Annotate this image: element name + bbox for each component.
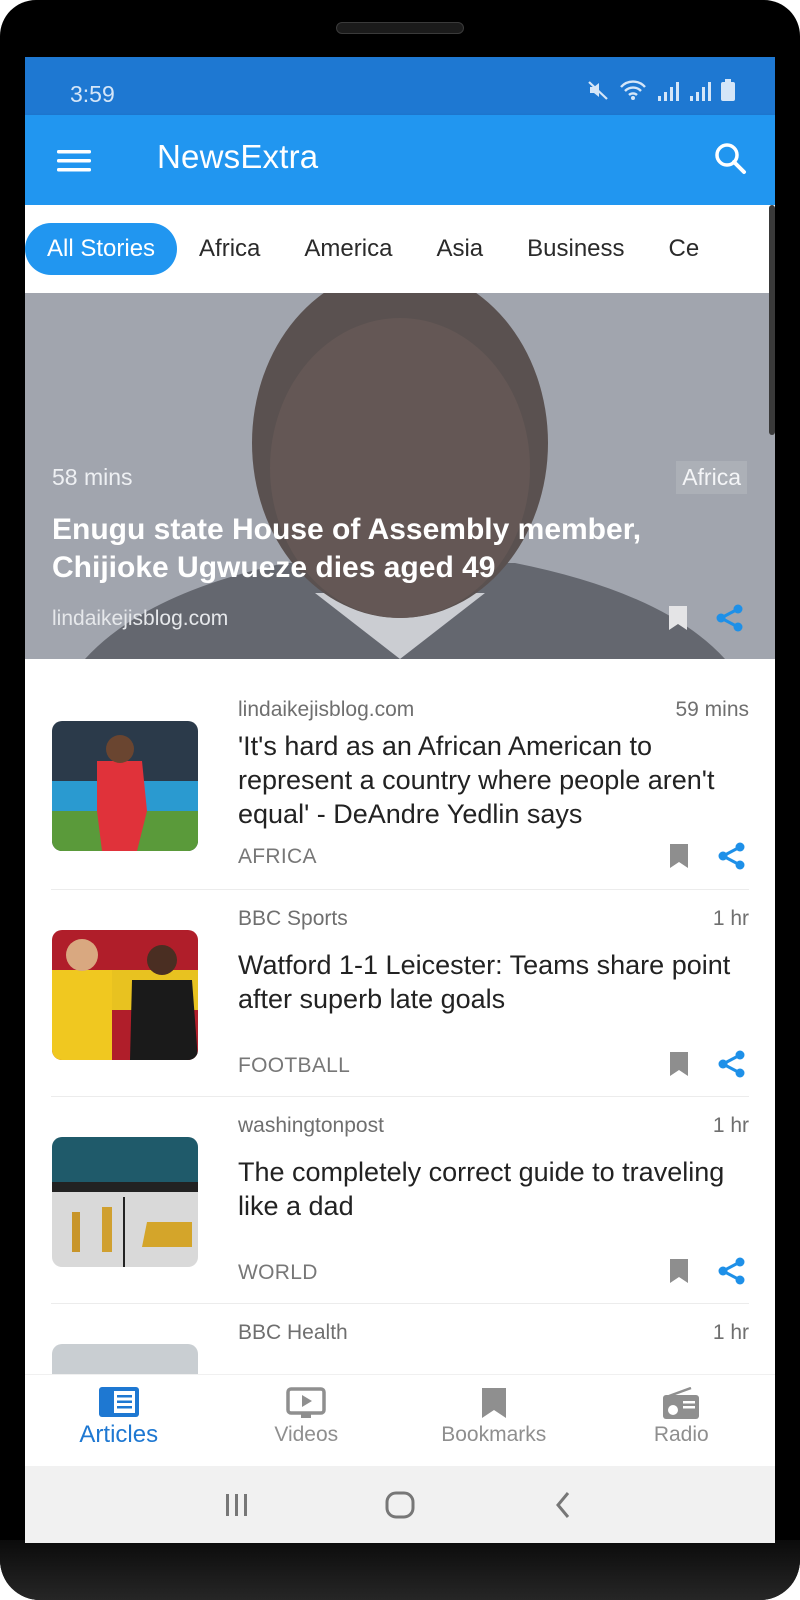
bookmark-button[interactable] xyxy=(668,1258,690,1289)
hero-time: 58 mins xyxy=(52,464,133,490)
share-button[interactable] xyxy=(717,1049,747,1084)
articles-icon xyxy=(98,1387,139,1417)
menu-button[interactable] xyxy=(51,141,97,181)
bookmark-icon xyxy=(481,1388,506,1418)
share-button[interactable] xyxy=(717,841,747,876)
bookmark-icon xyxy=(670,1259,688,1283)
share-icon xyxy=(718,1050,745,1078)
tab-partial[interactable]: Ce xyxy=(647,223,722,275)
wifi-icon xyxy=(620,80,646,100)
bookmark-icon xyxy=(669,606,687,630)
nav-label: Radio xyxy=(653,1423,709,1446)
article-title[interactable]: 'It's hard as an African American to rep… xyxy=(238,729,758,831)
device-frame: 3:59 NewsExtra All Stories Africa Americ… xyxy=(0,0,800,1600)
nav-label: Articles xyxy=(79,1421,159,1448)
signal-icon xyxy=(658,82,679,101)
device-chin xyxy=(0,1540,800,1600)
article-thumbnail xyxy=(52,930,198,1060)
video-icon xyxy=(286,1387,326,1418)
search-button[interactable] xyxy=(709,137,753,181)
signal-icon xyxy=(690,82,711,101)
back-icon xyxy=(556,1491,570,1518)
article-image xyxy=(52,930,198,1060)
tab-all-stories[interactable]: All Stories xyxy=(25,223,178,275)
earpiece-speaker xyxy=(336,22,464,34)
nav-articles[interactable]: Articles xyxy=(25,1375,213,1466)
article-time: 1 hr xyxy=(712,907,749,930)
hero-image xyxy=(25,293,775,659)
tab-business[interactable]: Business xyxy=(505,223,646,275)
search-icon xyxy=(715,143,746,174)
hero-bookmark-button[interactable] xyxy=(667,605,689,636)
nav-radio[interactable]: Radio xyxy=(588,1375,776,1466)
article-source: washingtonpost xyxy=(238,1114,384,1137)
status-bar: 3:59 xyxy=(25,57,775,115)
article-image xyxy=(52,1137,198,1267)
hero-title[interactable]: Enugu state House of Assembly member, Ch… xyxy=(52,511,742,587)
system-navigation-bar xyxy=(25,1466,775,1543)
article-category: FOOTBALL xyxy=(238,1054,351,1077)
article-item[interactable]: BBC Sports 1 hr Watford 1-1 Leicester: T… xyxy=(51,890,749,1097)
app-title: NewsExtra xyxy=(157,138,319,175)
article-item[interactable]: washingtonpost 1 hr The completely corre… xyxy=(51,1097,749,1304)
mute-icon xyxy=(588,81,608,100)
share-icon xyxy=(718,1257,745,1285)
share-icon xyxy=(718,842,745,870)
scrollbar[interactable] xyxy=(769,205,775,435)
hero-story[interactable]: 58 mins Africa Enugu state House of Asse… xyxy=(25,293,775,659)
share-button[interactable] xyxy=(717,1256,747,1291)
bookmark-button[interactable] xyxy=(668,843,690,874)
status-time: 3:59 xyxy=(70,81,115,107)
article-time: 1 hr xyxy=(712,1114,749,1137)
article-category: WORLD xyxy=(238,1261,318,1284)
article-title[interactable]: The completely correct guide to travelin… xyxy=(238,1155,758,1223)
tab-asia[interactable]: Asia xyxy=(414,223,505,275)
article-time: 1 hr xyxy=(712,1321,749,1344)
nav-label: Videos xyxy=(274,1423,339,1446)
nav-label: Bookmarks xyxy=(441,1423,547,1446)
article-source: lindaikejisblog.com xyxy=(238,698,415,721)
battery-icon xyxy=(721,79,735,101)
article-source: BBC Sports xyxy=(238,907,348,930)
bottom-navigation: Articles Videos Bookmarks Radio xyxy=(25,1374,775,1466)
radio-icon xyxy=(663,1387,700,1419)
article-time: 59 mins xyxy=(675,698,749,721)
nav-bookmarks[interactable]: Bookmarks xyxy=(400,1375,588,1466)
hero-share-button[interactable] xyxy=(715,603,745,638)
article-item[interactable]: lindaikejisblog.com 59 mins 'It's hard a… xyxy=(51,659,749,890)
bookmark-button[interactable] xyxy=(668,1051,690,1082)
hero-category-tag[interactable]: Africa xyxy=(676,461,747,494)
tab-america[interactable]: America xyxy=(282,223,414,275)
tab-africa[interactable]: Africa xyxy=(177,223,282,275)
bookmark-icon xyxy=(670,844,688,868)
article-category: AFRICA xyxy=(238,845,317,868)
status-icons xyxy=(587,79,735,101)
screen: 3:59 NewsExtra All Stories Africa Americ… xyxy=(25,57,775,1543)
back-button[interactable] xyxy=(543,1485,583,1525)
recent-apps-icon xyxy=(225,1493,247,1516)
article-thumbnail xyxy=(52,721,198,851)
hamburger-menu-icon xyxy=(57,150,91,172)
article-title[interactable]: Watford 1-1 Leicester: Teams share point… xyxy=(238,948,758,1016)
home-button[interactable] xyxy=(380,1485,420,1525)
nav-videos[interactable]: Videos xyxy=(213,1375,401,1466)
article-thumbnail xyxy=(52,1137,198,1267)
share-icon xyxy=(716,604,743,632)
recent-apps-button[interactable] xyxy=(217,1485,257,1525)
article-image xyxy=(52,721,198,851)
category-tabs: All Stories Africa America Asia Business… xyxy=(25,205,775,293)
app-bar: NewsExtra xyxy=(25,115,775,205)
article-source: BBC Health xyxy=(238,1321,348,1344)
bookmark-icon xyxy=(670,1052,688,1076)
home-icon xyxy=(385,1491,415,1518)
hero-source: lindaikejisblog.com xyxy=(52,607,229,630)
